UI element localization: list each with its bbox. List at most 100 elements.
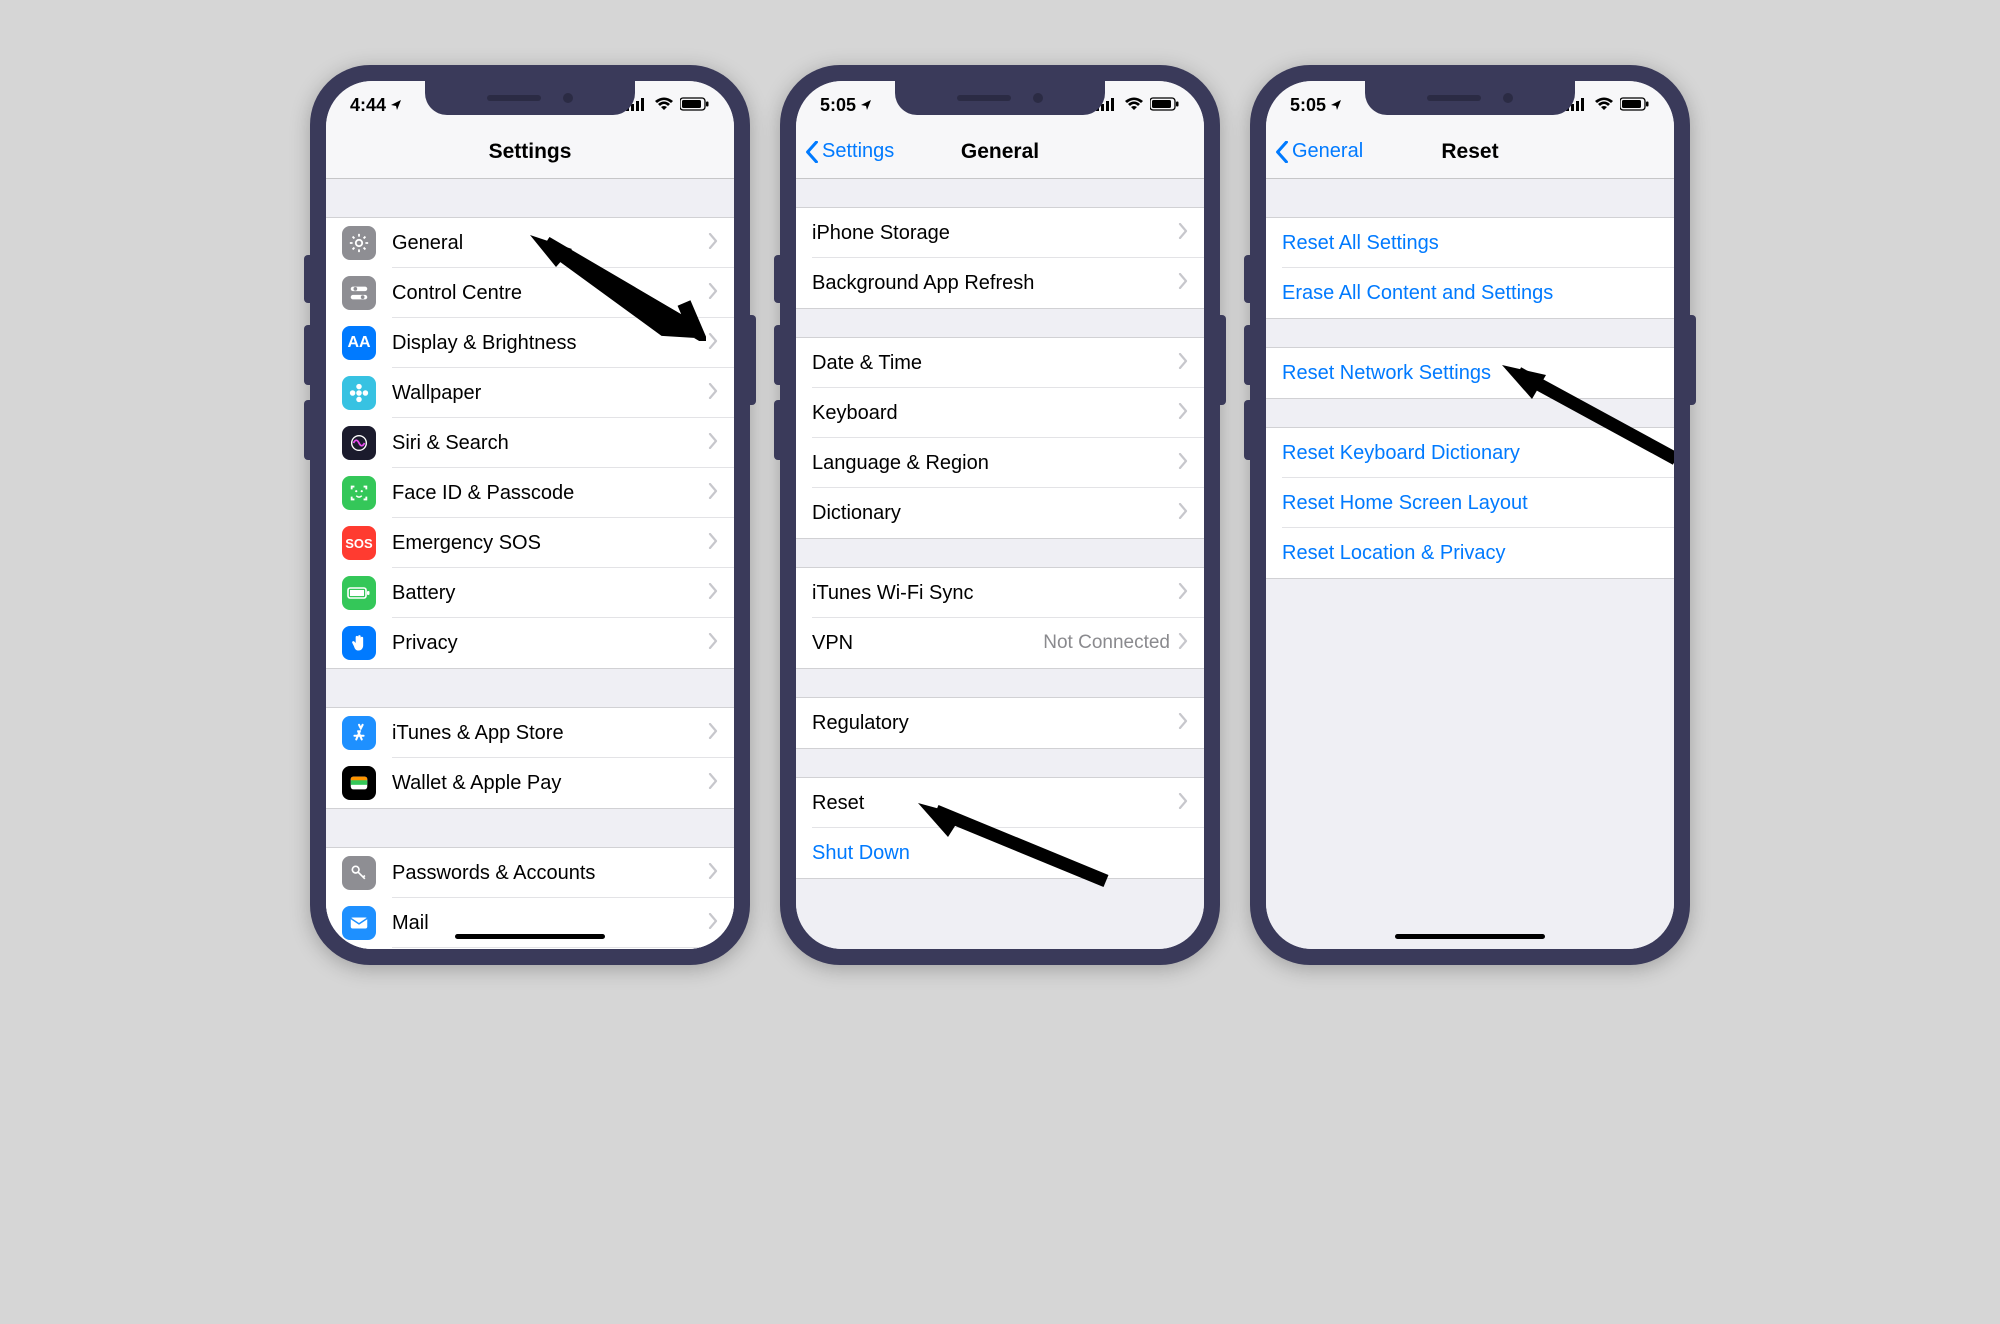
list-row[interactable]: iTunes Wi-Fi Sync: [796, 568, 1204, 618]
chevron-right-icon: [708, 333, 718, 354]
list-row[interactable]: Background App Refresh: [796, 258, 1204, 308]
list-row[interactable]: Privacy: [326, 618, 734, 668]
row-label: Control Centre: [392, 282, 708, 305]
chevron-right-icon: [1178, 713, 1188, 734]
row-label: Background App Refresh: [812, 272, 1178, 295]
back-label: General: [1292, 140, 1363, 163]
row-label: Emergency SOS: [392, 532, 708, 555]
row-label: Reset Location & Privacy: [1282, 542, 1658, 565]
wallet-icon: [342, 766, 376, 800]
row-label: General: [392, 232, 708, 255]
back-button[interactable]: Settings: [804, 140, 894, 163]
list-row[interactable]: Face ID & Passcode: [326, 468, 734, 518]
row-label: Reset: [812, 792, 1178, 815]
row-label: Language & Region: [812, 452, 1178, 475]
list-row[interactable]: Regulatory: [796, 698, 1204, 748]
chevron-right-icon: [708, 913, 718, 934]
gear-icon: [342, 226, 376, 260]
list-row[interactable]: Battery: [326, 568, 734, 618]
row-label: Battery: [392, 582, 708, 605]
list-row[interactable]: General: [326, 218, 734, 268]
content-list[interactable]: iPhone Storage Background App Refresh Dat…: [796, 179, 1204, 949]
row-label: Face ID & Passcode: [392, 482, 708, 505]
home-indicator: [1395, 934, 1545, 939]
list-row[interactable]: iTunes & App Store: [326, 708, 734, 758]
list-row[interactable]: Siri & Search: [326, 418, 734, 468]
chevron-right-icon: [708, 583, 718, 604]
list-row[interactable]: Erase All Content and Settings: [1266, 268, 1674, 318]
chevron-right-icon: [1178, 583, 1188, 604]
chevron-right-icon: [1178, 793, 1188, 814]
list-row[interactable]: Wallpaper: [326, 368, 734, 418]
list-row[interactable]: Dictionary: [796, 488, 1204, 538]
chevron-right-icon: [708, 533, 718, 554]
chevron-right-icon: [1178, 273, 1188, 294]
sos-icon: SOS: [342, 526, 376, 560]
row-label: Keyboard: [812, 402, 1178, 425]
home-indicator: [455, 934, 605, 939]
list-row[interactable]: Shut Down: [796, 828, 1204, 878]
wifi-icon: [654, 95, 674, 116]
chevron-right-icon: [708, 483, 718, 504]
row-label: Reset All Settings: [1282, 232, 1658, 255]
chevron-left-icon: [804, 141, 820, 163]
chevron-right-icon: [1178, 353, 1188, 374]
content-list[interactable]: General Control Centre AADisplay & Brightn…: [326, 179, 734, 949]
chevron-right-icon: [1178, 403, 1188, 424]
chevron-right-icon: [1178, 453, 1188, 474]
row-label: Mail: [392, 912, 708, 935]
nav-bar: Settings: [326, 125, 734, 179]
row-label: Wallet & Apple Pay: [392, 772, 708, 795]
row-label: iTunes Wi-Fi Sync: [812, 582, 1178, 605]
list-row[interactable]: Date & Time: [796, 338, 1204, 388]
phone-general: 5:05 Settings General iPhone Storag: [780, 65, 1220, 965]
chevron-right-icon: [1178, 633, 1188, 654]
list-row[interactable]: SOS Emergency SOS: [326, 518, 734, 568]
list-row[interactable]: VPNNot Connected: [796, 618, 1204, 668]
list-row[interactable]: Passwords & Accounts: [326, 848, 734, 898]
chevron-right-icon: [708, 383, 718, 404]
row-label: Privacy: [392, 632, 708, 655]
content-list[interactable]: Reset All Settings Erase All Content and …: [1266, 179, 1674, 949]
list-row[interactable]: iPhone Storage: [796, 208, 1204, 258]
chevron-right-icon: [708, 283, 718, 304]
list-row[interactable]: Reset Home Screen Layout: [1266, 478, 1674, 528]
back-button[interactable]: General: [1274, 140, 1363, 163]
phone-reset: 5:05 General Reset Reset All Settin: [1250, 65, 1690, 965]
chevron-right-icon: [708, 863, 718, 884]
status-time: 4:44: [350, 95, 386, 116]
chevron-left-icon: [1274, 141, 1290, 163]
row-label: iTunes & App Store: [392, 722, 708, 745]
status-time: 5:05: [1290, 95, 1326, 116]
row-label: Passwords & Accounts: [392, 862, 708, 885]
chevron-right-icon: [708, 633, 718, 654]
flower-icon: [342, 376, 376, 410]
list-row[interactable]: Reset: [796, 778, 1204, 828]
list-row[interactable]: Reset Network Settings: [1266, 348, 1674, 398]
aa-icon: AA: [342, 326, 376, 360]
siri-icon: [342, 426, 376, 460]
list-row[interactable]: Reset All Settings: [1266, 218, 1674, 268]
list-row[interactable]: Reset Keyboard Dictionary: [1266, 428, 1674, 478]
row-label: iPhone Storage: [812, 222, 1178, 245]
row-label: Dictionary: [812, 502, 1178, 525]
chevron-right-icon: [1178, 503, 1188, 524]
hand-icon: [342, 626, 376, 660]
chevron-right-icon: [708, 233, 718, 254]
list-row[interactable]: Control Centre: [326, 268, 734, 318]
notch: [1365, 81, 1575, 115]
list-row[interactable]: Wallet & Apple Pay: [326, 758, 734, 808]
notch: [895, 81, 1105, 115]
list-row[interactable]: Contacts: [326, 948, 734, 949]
list-row[interactable]: Keyboard: [796, 388, 1204, 438]
chevron-right-icon: [708, 773, 718, 794]
list-row[interactable]: Reset Location & Privacy: [1266, 528, 1674, 578]
row-label: Regulatory: [812, 712, 1178, 735]
list-row[interactable]: Mail: [326, 898, 734, 948]
row-label: Date & Time: [812, 352, 1178, 375]
list-row[interactable]: Language & Region: [796, 438, 1204, 488]
list-row[interactable]: AADisplay & Brightness: [326, 318, 734, 368]
nav-title: Reset: [1441, 140, 1498, 164]
row-label: VPN: [812, 632, 1043, 655]
battery-icon: [680, 95, 710, 116]
